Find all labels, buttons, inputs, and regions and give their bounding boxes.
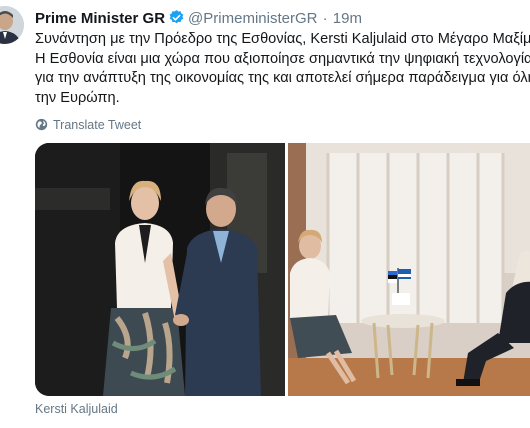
tweet-text-line: την Ευρώπη. — [35, 89, 120, 106]
tweet-timestamp[interactable]: 19m — [333, 10, 362, 27]
translate-tweet-link[interactable]: Translate Tweet — [35, 116, 141, 134]
separator-dot: · — [322, 10, 328, 27]
translate-label: Translate Tweet — [53, 118, 142, 132]
tweet-photo-handshake[interactable] — [35, 143, 285, 396]
tweet-photo-meeting[interactable] — [288, 143, 530, 396]
verified-badge-icon — [168, 9, 185, 32]
tweet-text-line: Συνάντηση με την Πρόεδρο της Εσθονίας, K… — [35, 31, 530, 47]
tweet-text-line: για την ανάπτυξη της οικονομίας της και … — [35, 70, 530, 86]
tweet-text: Συνάντηση με την Πρόεδρο της Εσθονίας, K… — [35, 30, 530, 108]
author-handle[interactable]: @PrimeministerGR — [188, 10, 317, 27]
tweet-header: Prime Minister GR @PrimeministerGR · 19m — [35, 9, 362, 29]
media-caption[interactable]: Kersti Kaljulaid — [35, 402, 118, 416]
globe-icon — [35, 118, 48, 131]
tweet-text-line: Η Εσθονία είναι μια χώρα που αξιοποίησε … — [35, 50, 530, 67]
author-avatar[interactable] — [0, 6, 24, 44]
author-name[interactable]: Prime Minister GR — [35, 10, 165, 27]
